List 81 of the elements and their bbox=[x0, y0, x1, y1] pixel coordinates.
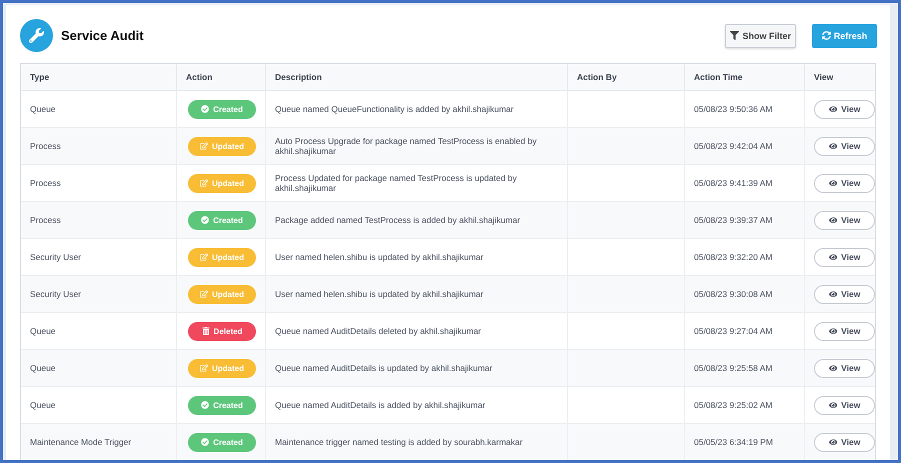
eye-icon bbox=[828, 104, 838, 114]
description-text: User named helen.shibu is updated by akhil.shajikumar bbox=[275, 252, 484, 262]
type-text: Security User bbox=[30, 289, 82, 299]
column-header: Type bbox=[30, 72, 50, 82]
action-icon bbox=[202, 327, 210, 335]
column-header: View bbox=[814, 72, 834, 82]
eye-icon bbox=[828, 290, 838, 298]
description-text: Queue named AuditDetails is updated by akhil.shajikumar bbox=[275, 363, 492, 373]
description-text: Maintenance trigger named testing is added by sourabh.karmakar bbox=[275, 437, 523, 447]
action-time: 05/08/23 9:41:39 AM bbox=[694, 178, 772, 188]
action-badge: Created bbox=[188, 100, 256, 118]
action-badge: Created bbox=[188, 210, 256, 230]
eye-icon bbox=[828, 364, 838, 372]
eye-icon bbox=[828, 438, 838, 446]
action-icon bbox=[200, 290, 208, 298]
type-text: Queue bbox=[30, 363, 56, 373]
eye-icon bbox=[828, 178, 838, 188]
action-icon bbox=[200, 142, 208, 150]
filter-icon bbox=[730, 31, 740, 40]
view-button[interactable]: View bbox=[814, 100, 875, 118]
view-button[interactable]: View bbox=[814, 358, 875, 378]
action-time: 05/05/23 6:34:19 PM bbox=[694, 437, 773, 447]
eye-icon bbox=[828, 216, 838, 224]
action-time: 05/08/23 9:27:04 AM bbox=[694, 326, 772, 336]
action-badge: Created bbox=[188, 432, 256, 452]
action-badge: Updated bbox=[188, 174, 256, 192]
wrench-icon bbox=[20, 19, 53, 52]
description-text: Queue named AuditDetails deleted by akhil.shajikumar bbox=[275, 326, 482, 336]
action-badge: Created bbox=[188, 396, 256, 414]
column-header: Action By bbox=[577, 72, 617, 82]
action-badge: Updated bbox=[188, 358, 256, 378]
description-text: Queue named QueueFunctionality is added by akhil.shajikumar bbox=[275, 104, 514, 114]
page-title: Service Audit bbox=[61, 28, 144, 43]
type-text: Security User bbox=[30, 252, 82, 262]
action-time: 05/08/23 9:32:20 AM bbox=[694, 252, 772, 262]
action-badge: Deleted bbox=[188, 322, 256, 340]
description-text: User named helen.shibu is updated by akhil.shajikumar bbox=[275, 289, 484, 299]
eye-icon bbox=[828, 142, 838, 150]
show-filter-button[interactable]: Show Filter bbox=[725, 24, 796, 48]
description-text: Package added named TestProcess is added by akhil.shajikumar bbox=[275, 215, 520, 225]
description-text: Auto Process Upgrade for package named TestProcess is enabled by akhil.shajikumar bbox=[275, 136, 538, 156]
type-text: Queue bbox=[30, 326, 56, 336]
description-text: Process Updated for package named TestProcess is updated by akhil.shajikumar bbox=[275, 173, 518, 193]
column-header: Action bbox=[186, 72, 212, 82]
action-icon bbox=[201, 438, 210, 446]
action-icon bbox=[200, 364, 208, 372]
action-icon bbox=[201, 401, 210, 409]
action-time: 05/08/23 9:39:37 AM bbox=[694, 215, 772, 225]
type-text: Process bbox=[30, 141, 61, 151]
action-time: 05/08/23 9:30:08 AM bbox=[694, 289, 772, 299]
refresh-icon bbox=[822, 31, 831, 40]
action-time: 05/08/23 9:50:36 AM bbox=[694, 104, 772, 114]
view-button[interactable]: View bbox=[814, 432, 875, 452]
column-header: Action Time bbox=[694, 72, 742, 82]
type-text: Process bbox=[30, 178, 61, 188]
view-button[interactable]: View bbox=[814, 322, 875, 340]
type-text: Queue bbox=[30, 400, 56, 410]
action-time: 05/08/23 9:25:02 AM bbox=[694, 400, 772, 410]
action-icon bbox=[201, 216, 210, 224]
action-time: 05/08/23 9:42:04 AM bbox=[694, 141, 772, 151]
view-button[interactable]: View bbox=[814, 174, 875, 192]
action-badge: Updated bbox=[188, 136, 256, 156]
action-time: 05/08/23 9:25:58 AM bbox=[694, 363, 772, 373]
view-button[interactable]: View bbox=[814, 248, 875, 266]
type-text: Process bbox=[30, 215, 61, 225]
type-text: Maintenance Mode Trigger bbox=[30, 437, 132, 447]
view-button[interactable]: View bbox=[814, 136, 875, 156]
column-header: Description bbox=[275, 72, 322, 82]
action-icon bbox=[200, 179, 208, 187]
type-text: Queue bbox=[30, 104, 56, 114]
eye-icon bbox=[828, 400, 838, 410]
action-icon bbox=[201, 105, 210, 113]
view-button[interactable]: View bbox=[814, 210, 875, 230]
view-button[interactable]: View bbox=[814, 396, 875, 414]
description-text: Queue named AuditDetails is added by akhil.shajikumar bbox=[275, 400, 486, 410]
action-icon bbox=[200, 253, 208, 261]
view-button[interactable]: View bbox=[814, 284, 875, 304]
action-badge: Updated bbox=[188, 284, 256, 304]
action-badge: Updated bbox=[188, 248, 256, 266]
eye-icon bbox=[828, 326, 838, 336]
eye-icon bbox=[828, 252, 838, 262]
